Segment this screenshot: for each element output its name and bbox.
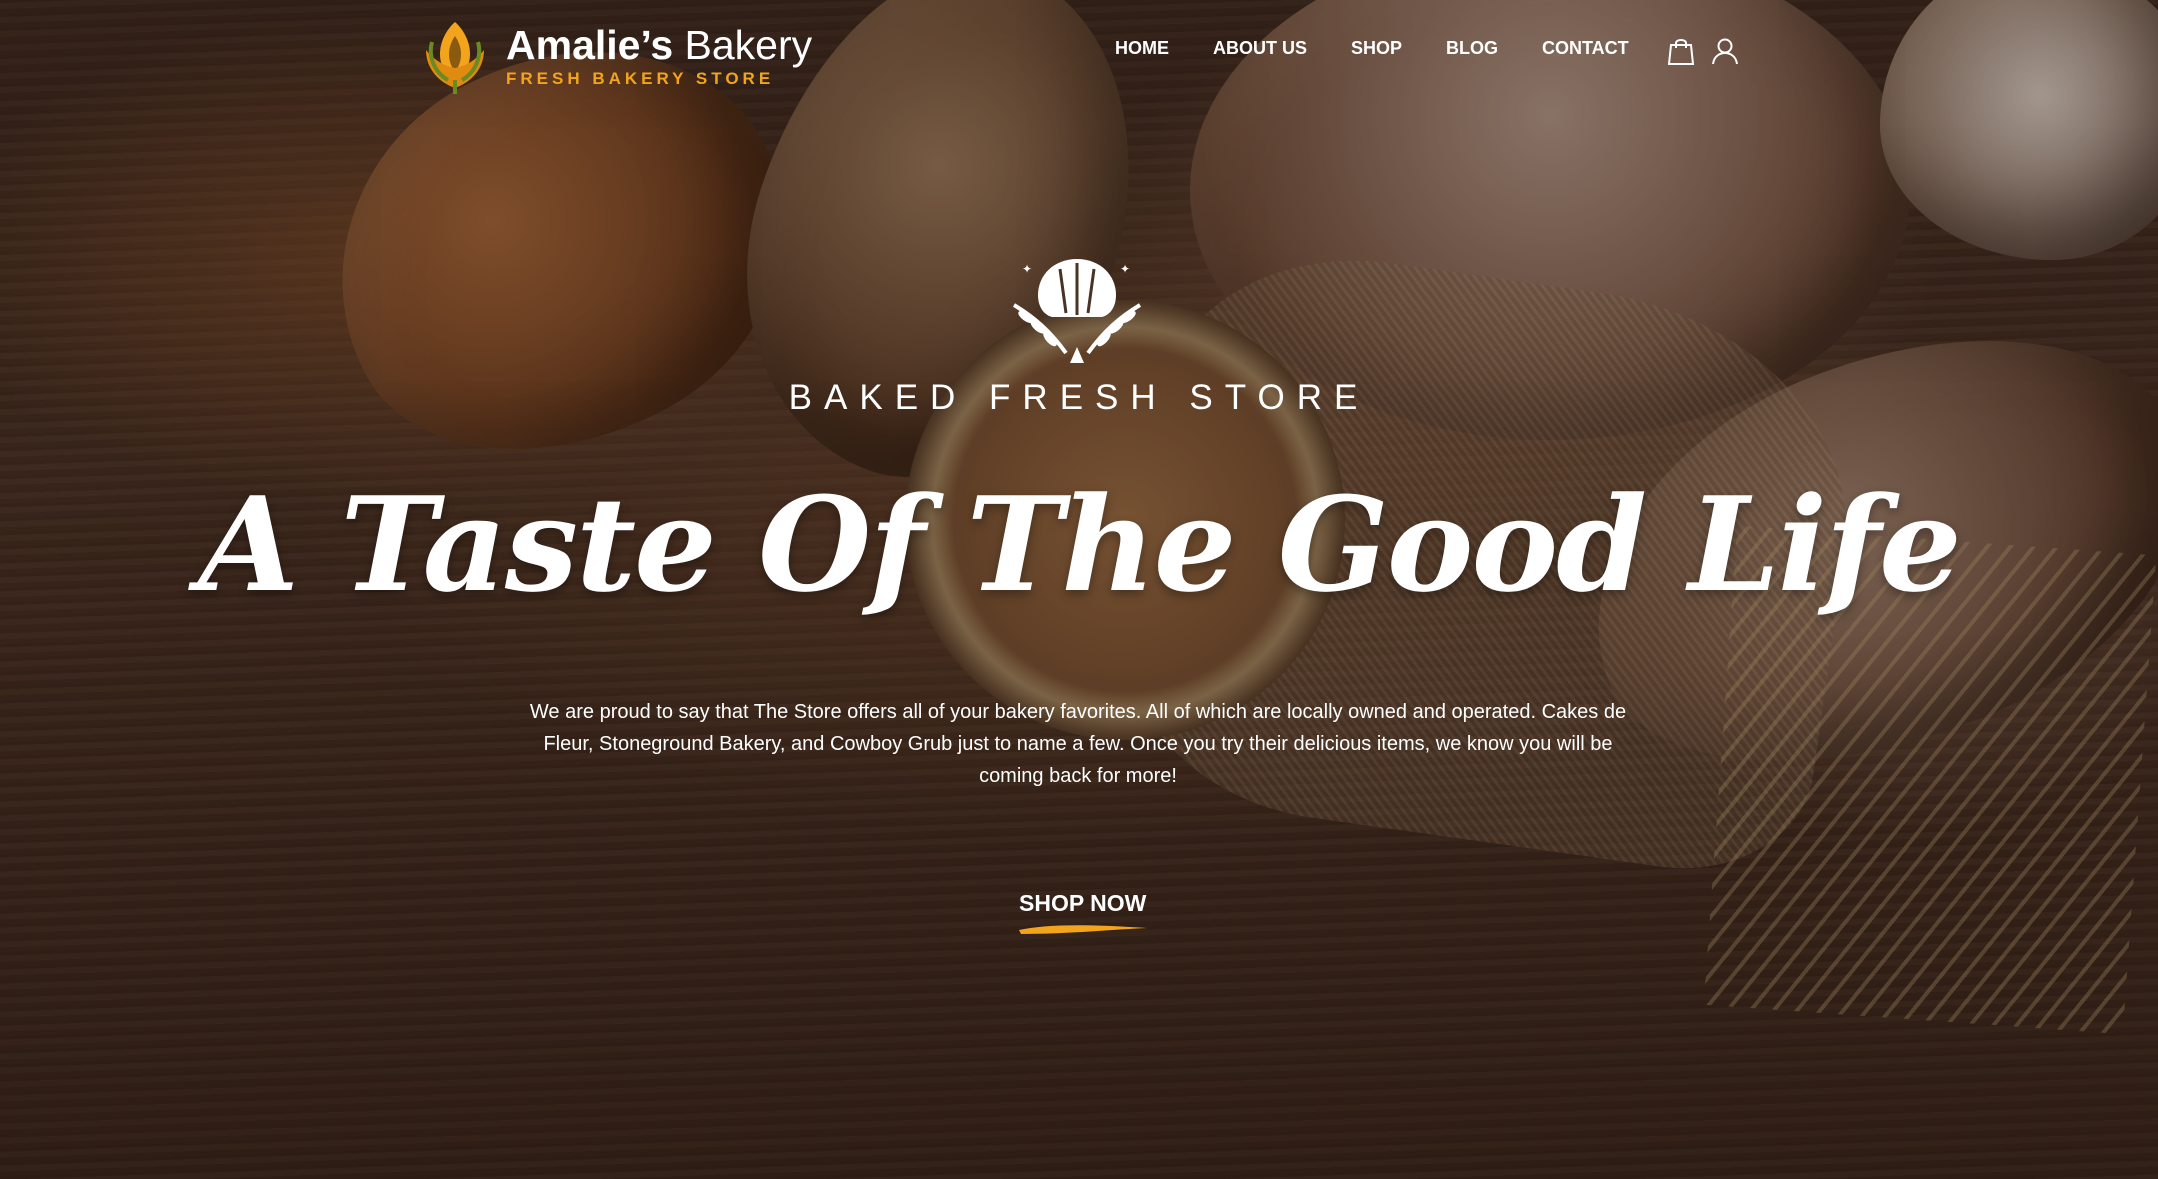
hero-eyebrow: BAKED FRESH STORE xyxy=(788,378,1370,417)
nav-about-us[interactable]: ABOUT US xyxy=(1213,38,1307,59)
logo-tagline: FRESH BAKERY STORE xyxy=(506,69,775,88)
logo-name-light: Bakery xyxy=(673,22,813,68)
nav-home[interactable]: HOME xyxy=(1115,38,1169,59)
site-logo[interactable]: Amalie’s Bakery FRESH BAKERY STORE xyxy=(418,16,812,96)
logo-title: Amalie’s Bakery xyxy=(506,23,812,67)
cta-underline-decoration xyxy=(1019,925,1147,934)
shopping-bag-icon[interactable] xyxy=(1666,36,1696,66)
user-icon[interactable] xyxy=(1710,36,1740,66)
wheat-logo-icon xyxy=(426,22,484,94)
nav-blog[interactable]: BLOG xyxy=(1446,38,1498,59)
nav-contact[interactable]: CONTACT xyxy=(1542,38,1629,59)
shop-now-button[interactable]: SHOP NOW xyxy=(1019,890,1146,917)
hero-intro: We are proud to say that The Store offer… xyxy=(529,701,1627,787)
svg-text:✦: ✦ xyxy=(1022,262,1032,276)
header-icons xyxy=(1666,36,1740,66)
page: Amalie’s Bakery FRESH BAKERY STORE HOME … xyxy=(0,0,2158,1179)
logo-name-bold: Amalie’s xyxy=(506,22,674,68)
svg-text:✦: ✦ xyxy=(1120,262,1130,276)
hero-headline: A Taste Of The Good Life xyxy=(198,468,1962,621)
logo-text: Amalie’s Bakery FRESH BAKERY STORE xyxy=(506,23,812,89)
croissant-wheat-icon: ✦ ✦ xyxy=(1012,259,1142,363)
main-nav: HOME ABOUT US SHOP BLOG CONTACT xyxy=(1115,38,1629,59)
site-header: Amalie’s Bakery FRESH BAKERY STORE HOME … xyxy=(0,0,2158,110)
nav-shop[interactable]: SHOP xyxy=(1351,38,1402,59)
